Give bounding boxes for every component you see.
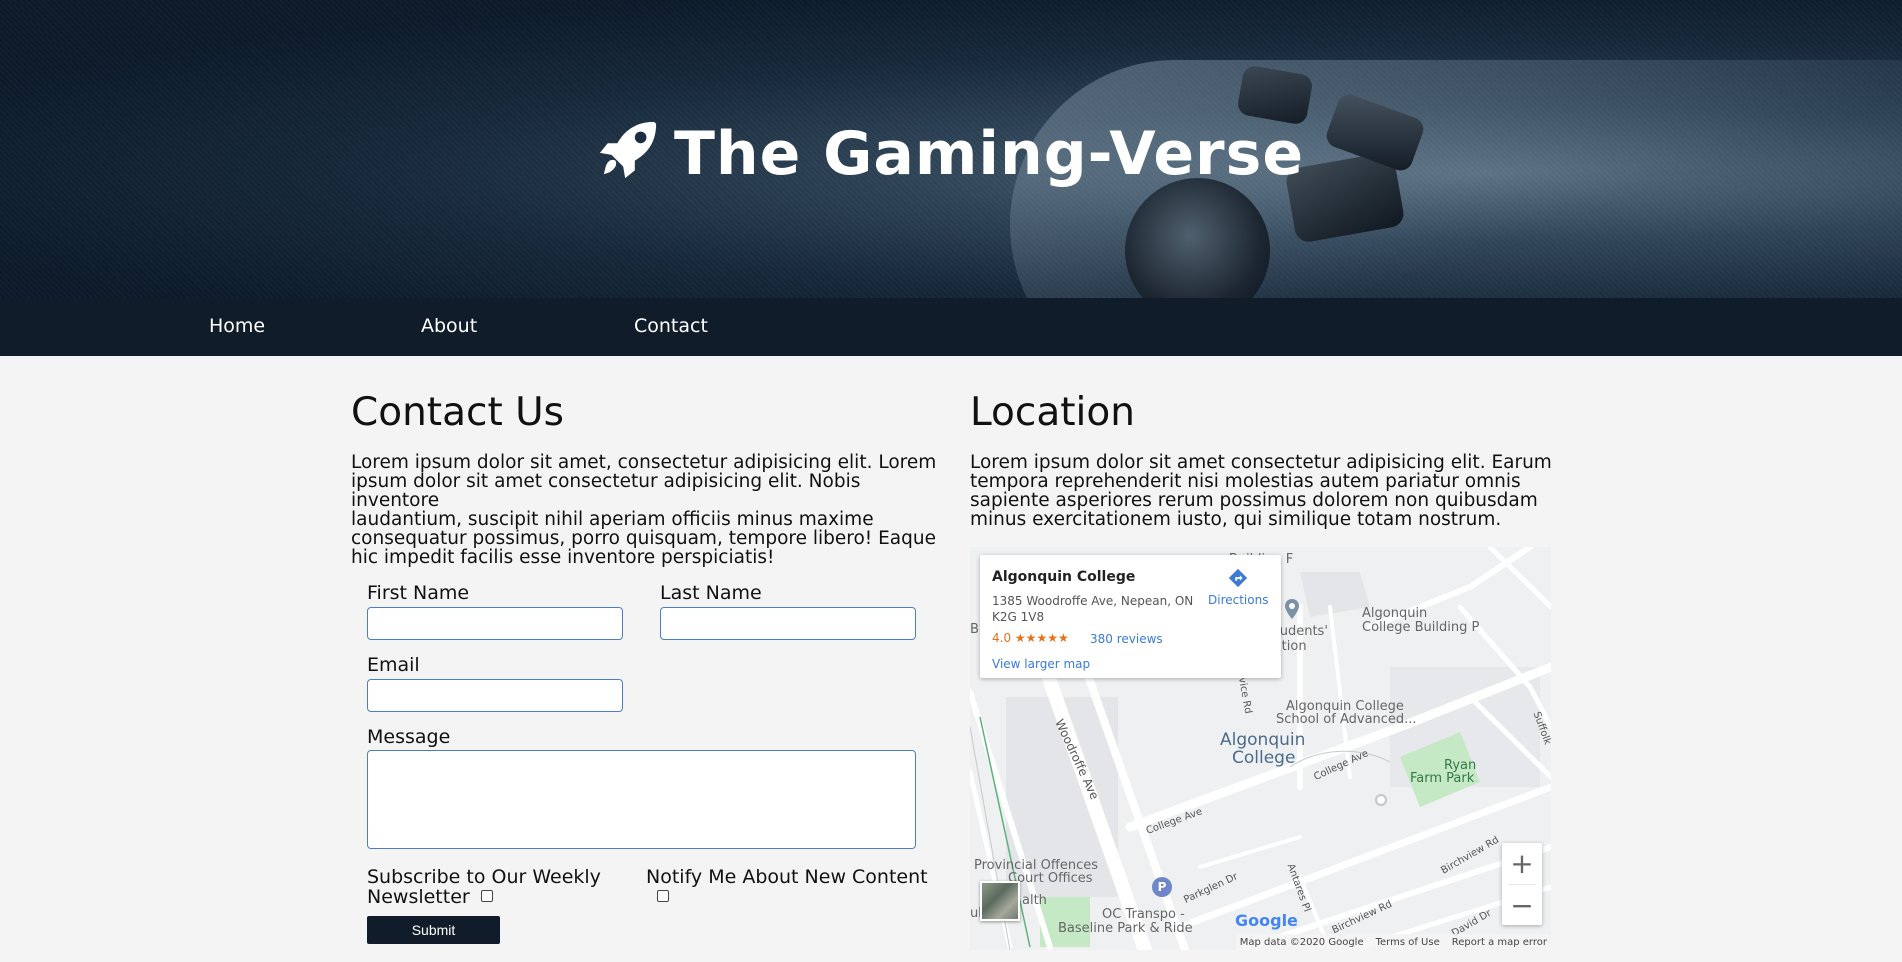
contact-heading: Contact Us (351, 390, 564, 435)
zoom-out-button[interactable]: − (1502, 885, 1542, 926)
rating-value: 4.0 (992, 631, 1012, 645)
email-label: Email (367, 654, 420, 676)
location-description: Lorem ipsum dolor sit amet consectetur a… (970, 453, 1560, 529)
contact-description-line: ipsum dolor sit amet consectetur adipisi… (351, 471, 861, 511)
notify-label: Notify Me About New Content (646, 866, 928, 888)
map-label: alth (1022, 893, 1047, 908)
contact-description-line: laudantium, suscipit nihil aperiam offic… (351, 509, 874, 530)
last-name-label: Last Name (660, 582, 762, 604)
hero-banner: The Gaming-Verse (0, 0, 1902, 298)
site-title-text: The Gaming-Verse (673, 119, 1305, 189)
view-larger-map-link[interactable]: View larger map (992, 657, 1090, 671)
map-label-line: Algonquin (1362, 606, 1428, 621)
map-label: OC Transpo - (1102, 907, 1185, 922)
report-error-link[interactable]: Report a map error (1452, 937, 1547, 948)
map-label: Court Offices (1008, 871, 1093, 886)
last-name-input[interactable] (660, 607, 916, 640)
nav-contact[interactable]: Contact (634, 315, 708, 337)
place-marker-icon (1285, 599, 1299, 619)
map-label: Algonquin (1220, 730, 1306, 750)
map-label: Baseline Park & Ride (1058, 921, 1193, 936)
subscribe-label: Subscribe to Our Weekly (367, 866, 601, 888)
map-label: B (970, 622, 979, 637)
contact-description-line: Lorem ipsum dolor sit amet, consectetur … (351, 452, 937, 473)
map-poi-marker (1375, 794, 1387, 806)
location-description-line: sapiente asperiores rerum possimus dolor… (970, 490, 1538, 511)
zoom-in-button[interactable]: + (1502, 843, 1542, 884)
location-description-line: tempora reprehenderit nisi molestias aut… (970, 471, 1521, 492)
place-name: Algonquin College (992, 569, 1136, 585)
directions-icon (1228, 568, 1248, 588)
map-label: College Building P (1362, 620, 1480, 635)
submit-button[interactable]: Submit (367, 916, 500, 944)
directions-label: Directions (1208, 593, 1269, 607)
terms-link[interactable]: Terms of Use (1376, 937, 1440, 948)
map-label: School of Advanced... (1276, 712, 1417, 727)
parking-marker: P (1152, 877, 1172, 897)
contact-description-line: hic impedit facilis esse inventore persp… (351, 547, 775, 568)
place-address: 1385 Woodroffe Ave, Nepean, ON K2G 1V8 (992, 593, 1193, 625)
place-address-line: K2G 1V8 (992, 610, 1045, 624)
google-logo: Google (1235, 911, 1298, 930)
first-name-input[interactable] (367, 607, 623, 640)
map-label: Algonquin (1362, 607, 1427, 621)
map-label: College (1232, 748, 1296, 768)
map-attribution: Map data ©2020 Google (1239, 936, 1364, 948)
main-nav: Home About Contact (0, 298, 1902, 356)
email-input[interactable] (367, 679, 623, 712)
location-description-line: minus exercitationem iusto, qui similiqu… (970, 509, 1502, 530)
place-rating: 4.0 ★★★★★ (992, 631, 1069, 645)
place-address-line: 1385 Woodroffe Ave, Nepean, ON (992, 594, 1194, 608)
site-title: The Gaming-Verse (0, 118, 1902, 189)
contact-description-line: consequatur possimus, porro quisquam, te… (351, 528, 936, 549)
rating-stars-icon: ★★★★★ (1014, 631, 1069, 645)
zoom-controls: + − (1502, 843, 1542, 925)
map-attribution-bar: Map data ©2020 Google Terms of Use Repor… (1235, 934, 1551, 950)
rocket-icon (599, 121, 657, 179)
subscribe-checkbox[interactable] (481, 890, 493, 902)
first-name-label: First Name (367, 582, 470, 604)
subscribe-label-line2: Newsletter (367, 886, 470, 908)
nav-home[interactable]: Home (209, 315, 265, 337)
message-textarea[interactable] (367, 750, 916, 849)
satellite-toggle[interactable] (980, 881, 1020, 921)
directions-button[interactable]: Directions (1208, 567, 1268, 607)
map-label: Farm Park (1410, 771, 1475, 786)
nav-about[interactable]: About (421, 315, 477, 337)
contact-description: Lorem ipsum dolor sit amet, consectetur … (351, 453, 951, 567)
location-heading: Location (970, 390, 1135, 435)
location-description-line: Lorem ipsum dolor sit amet consectetur a… (970, 452, 1552, 473)
embedded-map[interactable]: - Building F Algonquin College Building … (970, 547, 1551, 950)
place-info-card: Algonquin College 1385 Woodroffe Ave, Ne… (980, 555, 1281, 678)
message-label: Message (367, 726, 451, 748)
reviews-link[interactable]: 380 reviews (1090, 632, 1163, 646)
notify-checkbox[interactable] (657, 890, 669, 902)
